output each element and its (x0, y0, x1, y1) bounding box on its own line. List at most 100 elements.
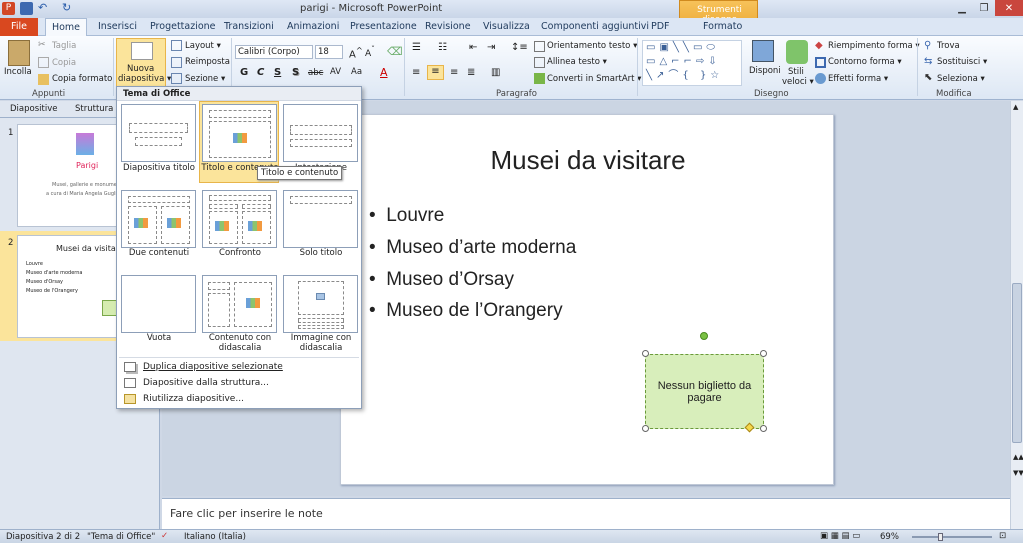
char-spacing-icon[interactable]: AV (330, 67, 341, 77)
quick-styles-button[interactable]: Stili (788, 67, 804, 77)
scroll-thumb[interactable] (1012, 283, 1022, 443)
tab-slides[interactable]: Diapositive (10, 104, 57, 114)
slide-canvas[interactable]: Musei da visitare • Louvre • Museo d’art… (340, 114, 834, 485)
tab-slideshow[interactable]: Presentazione (350, 18, 417, 36)
rotation-handle[interactable] (700, 332, 708, 340)
font-color-icon[interactable]: A (380, 66, 388, 79)
new-slide-button[interactable]: Nuova diapositiva ▾ (116, 38, 171, 88)
slide-bullet[interactable]: • Museo d’Orsay (369, 269, 514, 291)
tab-home[interactable]: Home (45, 18, 87, 36)
text-direction-icon[interactable] (534, 41, 545, 52)
italic-button[interactable]: C (257, 67, 264, 78)
save-icon[interactable] (20, 2, 33, 15)
reset-button[interactable]: Reimposta (185, 57, 230, 67)
layout-title-only[interactable] (283, 190, 358, 248)
shadow-button[interactable]: S (292, 67, 299, 78)
section-button[interactable]: Sezione ▾ (185, 74, 225, 84)
clear-formatting-icon[interactable]: ⌫ (387, 45, 403, 58)
fit-window-icon[interactable]: ⊡ (999, 531, 1006, 541)
line-spacing-icon[interactable]: ↕≡ (511, 42, 528, 53)
tab-insert[interactable]: Inserisci (98, 18, 137, 36)
notes-placeholder[interactable]: Fare clic per inserire le note (170, 507, 323, 520)
layout-comparison[interactable] (202, 190, 277, 248)
layout-title-content[interactable] (202, 104, 277, 162)
slide-bullet[interactable]: • Louvre (369, 205, 444, 227)
text-direction-button[interactable]: Orientamento testo ▾ (547, 41, 637, 51)
replace-button[interactable]: Sostituisci ▾ (937, 57, 987, 67)
close-button[interactable]: ✕ (995, 0, 1023, 16)
tab-transitions[interactable]: Transizioni (224, 18, 274, 36)
spellcheck-icon[interactable]: ✓ (161, 531, 168, 541)
align-left-icon[interactable]: ≡ (412, 67, 420, 78)
next-slide-icon[interactable]: ▼▼ (1013, 469, 1023, 477)
find-icon[interactable]: ⚲ (924, 41, 935, 52)
language-indicator[interactable]: Italiano (Italia) (184, 532, 246, 542)
shrink-font-icon[interactable]: Aˇ (365, 45, 375, 59)
resize-handle[interactable] (760, 425, 767, 432)
resize-handle[interactable] (642, 350, 649, 357)
change-case-icon[interactable]: Aa (351, 67, 362, 77)
tab-pdf[interactable]: PDF (651, 18, 670, 36)
smartart-icon[interactable] (534, 73, 545, 84)
layout-two-content[interactable] (121, 190, 196, 248)
tab-addins[interactable]: Componenti aggiuntivi (541, 18, 649, 36)
section-icon[interactable] (171, 73, 182, 84)
slide-bullet[interactable]: • Museo d’arte moderna (369, 237, 576, 259)
note-shape[interactable]: Nessun biglietto da pagare (645, 354, 764, 429)
maximize-button[interactable]: ❐ (973, 0, 995, 16)
underline-button[interactable]: S (274, 67, 281, 78)
select-button[interactable]: Seleziona ▾ (937, 74, 985, 84)
zoom-slider[interactable] (912, 533, 992, 541)
cut-button[interactable]: Taglia (52, 41, 76, 51)
tab-animations[interactable]: Animazioni (287, 18, 339, 36)
resize-handle[interactable] (642, 425, 649, 432)
bullets-icon[interactable]: ☰ (412, 42, 421, 53)
tab-review[interactable]: Revisione (425, 18, 471, 36)
tab-file[interactable]: File (0, 18, 38, 36)
reset-icon[interactable] (171, 57, 182, 68)
strikethrough-button[interactable]: abc (308, 68, 323, 78)
scroll-up-arrow-icon[interactable]: ▲ (1013, 103, 1018, 111)
layout-icon[interactable] (171, 40, 182, 51)
shape-fill-icon[interactable]: ◆ (815, 41, 826, 52)
layout-button[interactable]: Layout ▾ (185, 41, 221, 51)
format-painter-icon[interactable] (38, 74, 49, 85)
copy-icon[interactable] (38, 57, 49, 68)
quick-styles-icon[interactable] (786, 40, 808, 64)
grow-font-icon[interactable]: A^ (349, 45, 363, 60)
layout-section-header[interactable] (283, 104, 358, 162)
minimize-button[interactable]: ▁ (951, 0, 973, 16)
layout-content-caption[interactable] (202, 275, 277, 333)
zoom-thumb[interactable] (938, 533, 943, 541)
menu-reuse-slides[interactable]: Riutilizza diapositive... (119, 391, 359, 407)
tab-outline[interactable]: Struttura (75, 104, 113, 114)
cut-icon[interactable]: ✂ (38, 40, 49, 51)
menu-duplicate-slides[interactable]: Duplica diapositive selezionate (119, 359, 359, 375)
replace-icon[interactable]: ⇆ (924, 57, 935, 68)
layout-title-slide[interactable] (121, 104, 196, 162)
resize-handle[interactable] (760, 350, 767, 357)
align-right-icon[interactable]: ≡ (450, 67, 458, 78)
align-center-icon[interactable]: ≡ (427, 65, 444, 80)
tab-design[interactable]: Progettazione (150, 18, 216, 36)
layout-picture-caption[interactable] (283, 275, 358, 333)
shape-outline-icon[interactable] (815, 57, 826, 68)
undo-icon[interactable]: ↶ (38, 2, 51, 15)
shape-outline-button[interactable]: Contorno forma ▾ (828, 57, 902, 67)
redo-icon[interactable]: ↻ (62, 2, 75, 15)
view-buttons[interactable]: ▣ ▦ ▤ ▭ (820, 531, 860, 541)
layout-blank[interactable] (121, 275, 196, 333)
vertical-scrollbar[interactable]: ▲ ▲▲ ▼▼ (1010, 101, 1023, 529)
format-painter-button[interactable]: Copia formato (52, 74, 112, 84)
tab-view[interactable]: Visualizza (483, 18, 530, 36)
shape-fill-button[interactable]: Riempimento forma ▾ (828, 41, 920, 51)
notes-pane[interactable]: Fare clic per inserire le note (162, 498, 1010, 529)
align-text-icon[interactable] (534, 57, 545, 68)
arrange-button[interactable]: Disponi (749, 66, 781, 76)
justify-icon[interactable]: ≣ (467, 67, 475, 78)
align-text-button[interactable]: Allinea testo ▾ (547, 57, 607, 67)
shape-effects-button[interactable]: Effetti forma ▾ (828, 74, 888, 84)
slide-title[interactable]: Musei da visitare (341, 145, 835, 176)
find-button[interactable]: Trova (937, 41, 960, 51)
font-size-select[interactable]: 18 (315, 45, 343, 59)
